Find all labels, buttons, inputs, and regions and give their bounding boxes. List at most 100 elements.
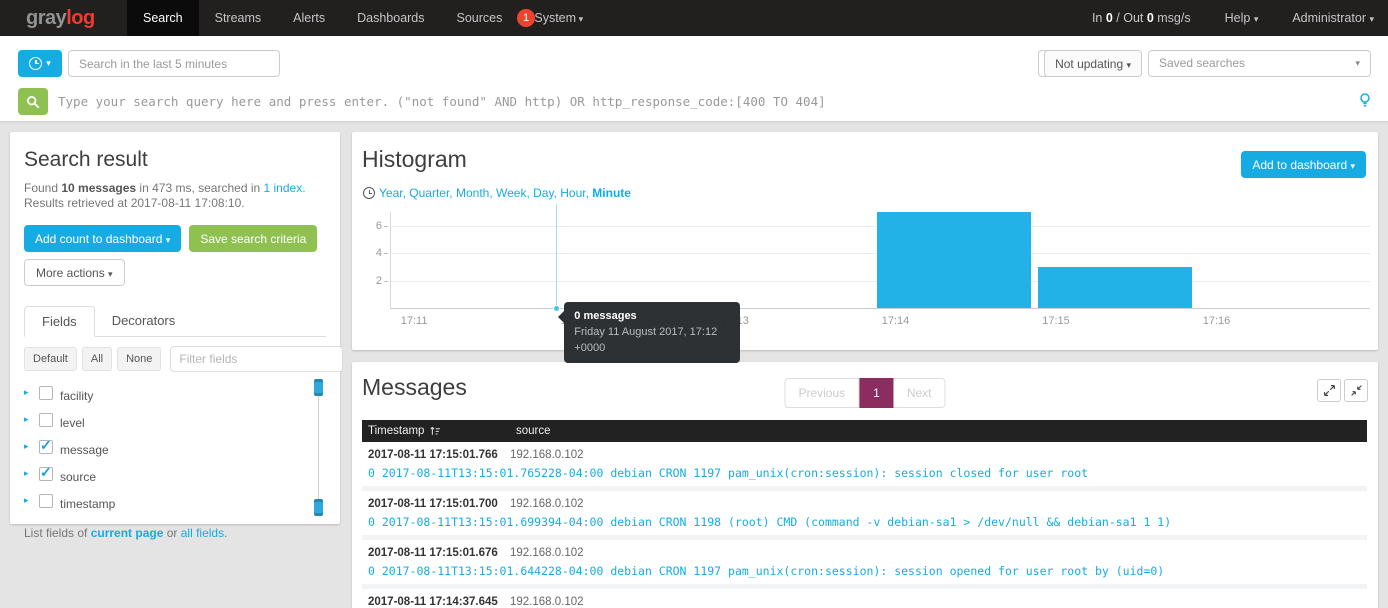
throughput-indicator: In 0 / Out 0 msg/s (1092, 0, 1191, 37)
column-source[interactable]: source (516, 425, 551, 437)
resolution-week[interactable]: Week (496, 186, 526, 200)
resolution-links: Year, Quarter, Month, Week, Day, Hour, M… (379, 186, 631, 200)
search-query-input[interactable] (58, 88, 1346, 115)
save-search-criteria-button[interactable]: Save search criteria (189, 225, 317, 252)
fields-all-button[interactable]: All (82, 347, 112, 371)
y-tick-mark (384, 226, 388, 227)
fields-list: ▸facility▸level▸✓message▸✓source▸timesta… (24, 379, 326, 516)
column-timestamp[interactable]: Timestamp (368, 425, 516, 437)
y-axis-label: 4 (350, 247, 382, 259)
lightbulb-icon (1357, 92, 1373, 108)
nav-item-streams[interactable]: Streams (199, 0, 278, 36)
message-row[interactable]: 2017-08-11 17:15:01.700192.168.0.1020 20… (362, 491, 1367, 540)
caret-down-icon: ▾ (166, 235, 171, 245)
caret-down-icon: ▾ (576, 14, 583, 24)
check-icon: ✓ (40, 464, 52, 481)
fields-default-button[interactable]: Default (24, 347, 77, 371)
field-row-level: ▸ level (24, 406, 326, 433)
index-link[interactable]: 1 index. (264, 181, 306, 195)
compress-table-button[interactable] (1344, 379, 1368, 402)
field-checkbox-message[interactable]: ✓ (39, 440, 53, 454)
nav-item-alerts[interactable]: Alerts (277, 0, 341, 36)
timerange-input[interactable] (68, 50, 280, 77)
message-row[interactable]: 2017-08-11 17:15:01.766192.168.0.1020 20… (362, 442, 1367, 491)
expand-field-icon[interactable]: ▸ (24, 414, 32, 425)
tab-decorators[interactable]: Decorators (95, 306, 193, 337)
add-to-dashboard-button[interactable]: Add to dashboard ▾ (1241, 151, 1366, 178)
compress-icon (1350, 384, 1363, 397)
graylog-logo[interactable]: graylog (26, 0, 95, 36)
histogram-bar-17:14[interactable] (877, 212, 1031, 308)
message-text[interactable]: 0 2017-08-11T13:15:01.644228-04:00 debia… (368, 564, 1367, 578)
field-checkbox-facility[interactable] (39, 386, 53, 400)
resolution-minute[interactable]: Minute (592, 186, 631, 200)
filter-fields-input[interactable] (170, 346, 343, 372)
resolution-hour[interactable]: Hour (560, 186, 585, 200)
message-row[interactable]: 2017-08-11 17:14:37.645192.168.0.1020 20… (362, 589, 1367, 608)
field-label: message (60, 443, 109, 457)
caret-down-icon: ▾ (108, 269, 113, 279)
slider-handle-bottom[interactable] (314, 499, 323, 516)
message-text[interactable]: 0 2017-08-11T13:15:01.765228-04:00 debia… (368, 466, 1367, 480)
out-rate: 0 (1147, 11, 1154, 25)
notification-badge[interactable]: 1 (517, 9, 535, 27)
pagination: Previous 1 Next (784, 378, 945, 408)
field-checkbox-level[interactable] (39, 413, 53, 427)
resolution-year[interactable]: Year (379, 186, 403, 200)
pagination-previous[interactable]: Previous (784, 378, 859, 408)
message-source: 192.168.0.102 (510, 498, 584, 510)
nav-item-help[interactable]: Help ▾ (1225, 0, 1259, 37)
y-tick-mark (384, 253, 388, 254)
refresh-interval-button[interactable]: Not updating ▾ (1044, 50, 1142, 77)
nav-item-search[interactable]: Search (127, 0, 199, 36)
expand-field-icon[interactable]: ▸ (24, 495, 32, 506)
query-help-icon[interactable] (1356, 92, 1374, 110)
all-fields-link[interactable]: all fields (181, 526, 224, 540)
current-page-link[interactable]: current page (91, 526, 164, 540)
message-timestamp: 2017-08-11 17:14:37.645 (368, 596, 510, 608)
navbar-right: In 0 / Out 0 msg/s Help ▾ Administrator … (1092, 0, 1374, 37)
resolution-quarter[interactable]: Quarter (409, 186, 449, 200)
nav-item-dashboards[interactable]: Dashboards (341, 0, 440, 36)
resolution-day[interactable]: Day (533, 186, 553, 200)
caret-down-icon: ▾ (1350, 161, 1355, 171)
chart-tooltip: 0 messages Friday 11 August 2017, 17:12 … (564, 302, 740, 363)
logo-text-gray: gray (26, 7, 66, 29)
add-count-to-dashboard-button[interactable]: Add count to dashboard ▾ (24, 225, 181, 252)
more-actions-button[interactable]: More actions ▾ (24, 259, 125, 286)
nav-item-sources[interactable]: Sources (441, 0, 519, 36)
histogram-title: Histogram (362, 146, 467, 173)
nav-item-user-menu[interactable]: Administrator ▾ (1292, 0, 1374, 37)
fields-none-button[interactable]: None (117, 347, 161, 371)
search-submit-button[interactable] (18, 88, 48, 115)
logo-text-log: log (66, 7, 95, 29)
retrieved-timestamp: Results retrieved at 2017-08-11 17:08:10… (24, 196, 326, 210)
message-text[interactable]: 0 2017-08-11T13:15:01.699394-04:00 debia… (368, 515, 1367, 529)
expand-table-button[interactable] (1317, 379, 1341, 402)
saved-searches-select[interactable]: Saved searches▾ (1148, 50, 1371, 77)
message-row[interactable]: 2017-08-11 17:15:01.676192.168.0.1020 20… (362, 540, 1367, 589)
resolution-month[interactable]: Month (456, 186, 489, 200)
pagination-next[interactable]: Next (894, 378, 946, 408)
histogram-bar-17:15[interactable] (1038, 267, 1192, 308)
field-checkbox-timestamp[interactable] (39, 494, 53, 508)
sidebar-title: Search result (24, 148, 326, 172)
histogram-plot[interactable] (390, 212, 1370, 309)
expand-field-icon[interactable]: ▸ (24, 441, 32, 452)
message-source: 192.168.0.102 (510, 547, 584, 559)
field-label: timestamp (60, 497, 115, 511)
sort-icon (429, 425, 441, 437)
field-checkbox-source[interactable]: ✓ (39, 467, 53, 481)
messages-table: Timestamp source 2017-08-11 17:15:01.766… (362, 420, 1367, 608)
caret-down-icon: ▾ (1254, 14, 1259, 24)
expand-field-icon[interactable]: ▸ (24, 387, 32, 398)
message-count: 10 messages (61, 181, 136, 195)
tab-fields[interactable]: Fields (24, 306, 95, 337)
search-result-sidebar: Search result Found 10 messages in 473 m… (10, 132, 340, 524)
field-label: level (60, 416, 85, 430)
field-label: source (60, 470, 96, 484)
timerange-button[interactable]: ▾ (18, 50, 62, 77)
expand-field-icon[interactable]: ▸ (24, 468, 32, 479)
slider-handle-top[interactable] (314, 379, 323, 396)
pagination-page-1[interactable]: 1 (859, 378, 894, 408)
